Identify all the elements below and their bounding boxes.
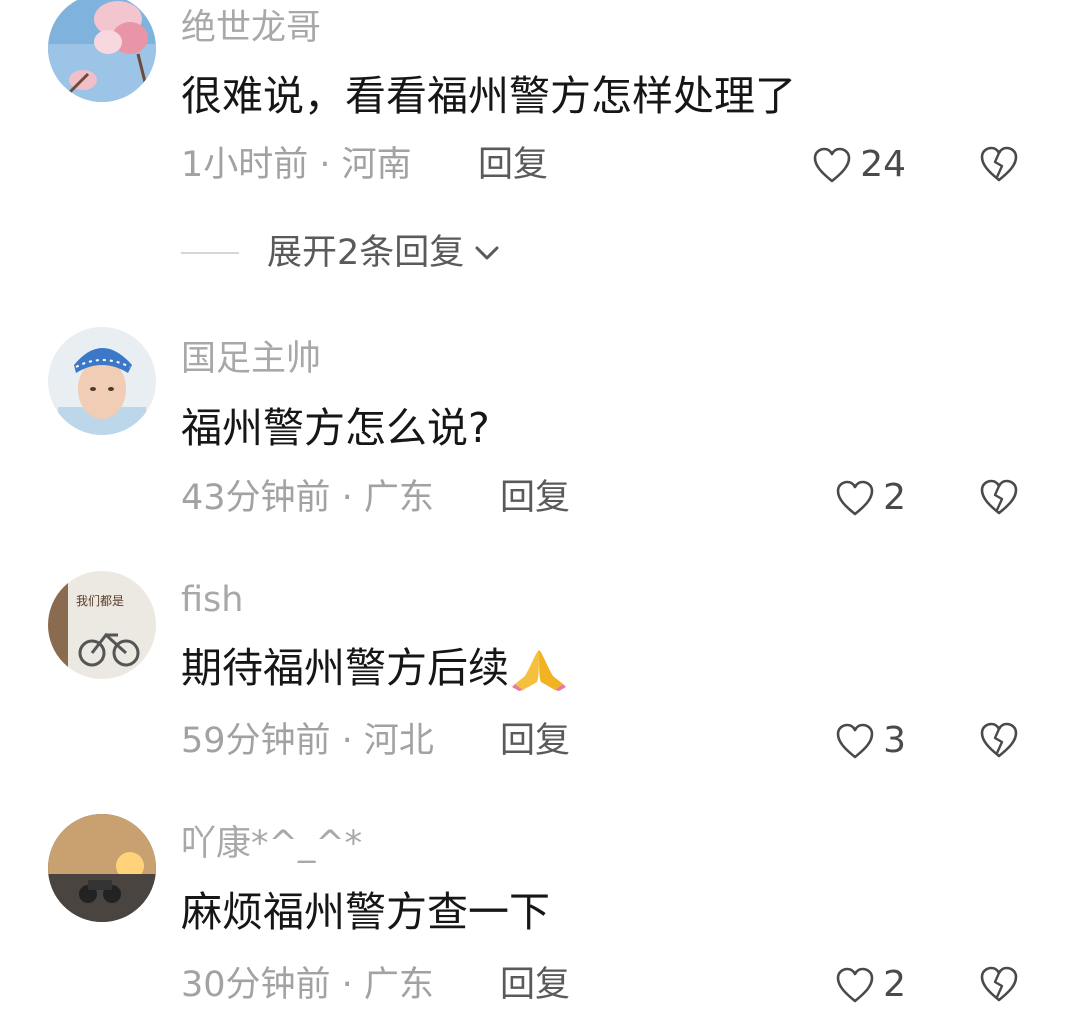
like-count: 24 <box>860 144 906 185</box>
bicycle-wall-avatar-icon: 我们都是 <box>48 571 156 679</box>
sunset-motorcycle-avatar-icon <box>48 814 156 922</box>
user-avatar[interactable] <box>48 327 156 435</box>
magnolia-flower-avatar-icon <box>48 0 156 102</box>
username[interactable]: 国足主帅 <box>181 339 321 379</box>
comment-meta: 30分钟前 · 广东 <box>181 965 434 1005</box>
heart-icon <box>836 723 874 759</box>
user-avatar[interactable] <box>48 0 156 102</box>
reply-button[interactable]: 回复 <box>478 145 548 185</box>
user-avatar[interactable] <box>48 814 156 922</box>
like-button[interactable]: 3 <box>835 721 906 761</box>
like-button[interactable]: 2 <box>835 965 906 1005</box>
like-count: 2 <box>883 477 906 518</box>
broken-heart-icon[interactable] <box>978 144 1020 184</box>
like-count: 3 <box>883 720 906 761</box>
comment-text: 麻烦福州警方查一下 <box>181 888 550 936</box>
heart-icon <box>836 967 874 1003</box>
like-button[interactable]: 2 <box>835 478 906 518</box>
user-avatar[interactable]: 我们都是 <box>48 571 156 679</box>
svg-text:我们都是: 我们都是 <box>76 593 124 608</box>
folded-hands-emoji-icon <box>512 650 566 691</box>
like-button[interactable]: 24 <box>812 145 906 185</box>
expand-replies-button[interactable]: 展开2条回复 <box>181 233 502 273</box>
broken-heart-icon[interactable] <box>978 964 1020 1004</box>
comment-meta: 43分钟前 · 广东 <box>181 478 434 518</box>
comment-meta: 1小时前 · 河南 <box>181 145 412 185</box>
comment-text: 期待福州警方后续 <box>181 644 569 692</box>
heart-icon <box>813 147 851 183</box>
reply-button[interactable]: 回复 <box>500 965 570 1005</box>
divider-line <box>181 252 239 254</box>
username[interactable]: 绝世龙哥 <box>181 8 321 48</box>
anime-boy-headband-avatar-icon <box>48 327 156 435</box>
reply-button[interactable]: 回复 <box>500 478 570 518</box>
username[interactable]: fish <box>181 580 243 620</box>
expand-replies-label: 展开2条回复 <box>267 233 465 273</box>
comment-text: 很难说，看看福州警方怎样处理了 <box>181 72 796 120</box>
username[interactable]: 吖康*^_^* <box>181 824 362 864</box>
like-count: 2 <box>883 964 906 1005</box>
broken-heart-icon[interactable] <box>978 720 1020 760</box>
broken-heart-icon[interactable] <box>978 477 1020 517</box>
reply-button[interactable]: 回复 <box>500 721 570 761</box>
chevron-down-icon <box>475 246 499 260</box>
comment-text: 福州警方怎么说? <box>181 404 490 452</box>
comment-meta: 59分钟前 · 河北 <box>181 721 434 761</box>
comment-text-body: 期待福州警方后续 <box>181 644 509 692</box>
heart-icon <box>836 480 874 516</box>
